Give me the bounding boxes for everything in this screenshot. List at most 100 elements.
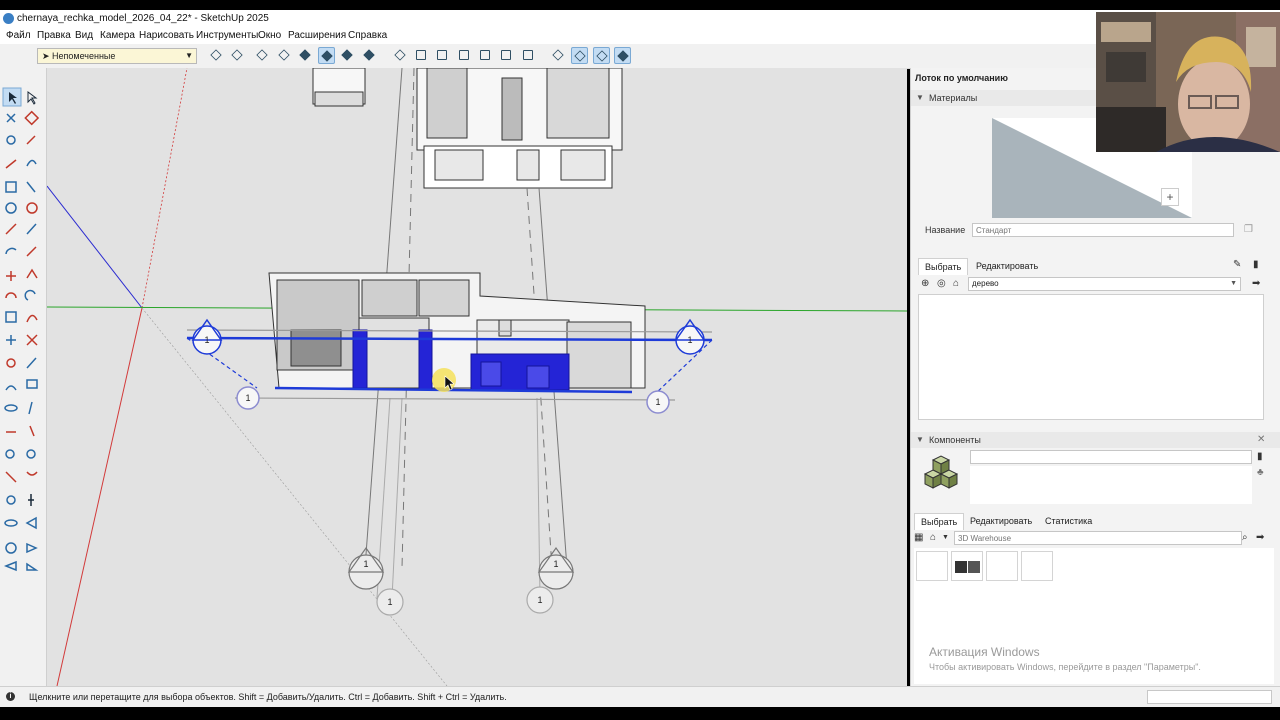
menu-file[interactable]: Файл [6,30,31,41]
menu-view[interactable]: Вид [75,30,93,41]
top-view-button[interactable] [229,47,246,64]
cube-icon [341,49,353,61]
right-icon [459,50,469,60]
status-bar: i Щелкните или перетащите для выбора объ… [0,686,1280,707]
components-header[interactable]: ▼ Компоненты [911,432,1280,448]
sample-component-icon[interactable]: ▮ [1257,452,1263,462]
house-icon [394,49,406,61]
close-icon[interactable]: ✕ [1257,435,1265,445]
webcam-overlay [1096,12,1280,152]
add-icon[interactable]: ⊕ [921,279,929,289]
display-section-cuts-button[interactable] [593,47,610,64]
chevron-down-icon: ▼ [916,435,924,444]
section-display-icon [574,50,586,62]
components-tab-edit[interactable]: Редактировать [964,513,1038,529]
section-plane-button[interactable] [550,47,567,64]
copy-icon[interactable]: ❐ [1244,225,1253,235]
view-options-icon[interactable]: ▦ [914,533,923,543]
component-description [970,466,1252,504]
right-camera-button[interactable] [456,47,473,64]
model-viewport[interactable]: 1 1 1 1 1 1 1 1 [47,68,907,686]
activation-title: Активация Windows [929,645,1040,659]
details-arrow-icon[interactable]: ➡ [1256,533,1264,543]
hidden-line-style-button[interactable] [318,47,335,64]
cube-icon [321,50,333,62]
section-marker-label: 1 [537,595,542,605]
component-thumbnail[interactable] [951,551,983,581]
component-thumbnail[interactable] [986,551,1018,581]
pointer-icon: ➤ [42,51,50,61]
display-section-fill-button[interactable] [614,47,631,64]
section-marker-label: 1 [204,335,209,345]
tool-palette [0,68,47,686]
shaded-style-button[interactable] [339,47,356,64]
menu-draw[interactable]: Нарисовать [139,30,194,41]
material-name-label: Название [925,225,966,235]
shaded-textures-style-button[interactable] [361,47,378,64]
section-marker-label: 1 [363,559,368,569]
tag-selector[interactable]: ➤ Непомеченные ▼ [37,48,197,64]
section-marker-label: 1 [687,335,692,345]
menu-help[interactable]: Справка [348,30,387,41]
home-icon[interactable]: ⌂ [930,533,936,543]
iso-view-button[interactable] [208,47,225,64]
model-canvas: 1 1 1 1 1 1 1 1 [47,68,907,686]
eyedropper-icon[interactable]: ✎ [1233,260,1241,270]
iso-camera-button[interactable] [392,47,409,64]
materials-tab-edit[interactable]: Редактировать [970,258,1044,274]
component-thumbnail[interactable] [1021,551,1053,581]
components-tab-statistics[interactable]: Статистика [1039,513,1098,529]
cube-icon [278,49,290,61]
components-browser[interactable]: Активация Windows Чтобы активировать Win… [914,548,1274,684]
top-camera-button[interactable] [413,47,430,64]
bottom-icon [523,50,533,60]
bottom-camera-button[interactable] [520,47,537,64]
components-header-label: Компоненты [929,435,981,445]
component-search-input[interactable] [954,531,1242,545]
sample-paint-icon[interactable]: ▮ [1253,260,1259,270]
cube-icon [256,49,268,61]
tool-icons [2,87,40,572]
chevron-down-icon[interactable]: ▼ [942,533,949,543]
back-edges-style-button[interactable] [276,47,293,64]
details-arrow-icon[interactable]: ➡ [1252,279,1260,289]
front-camera-button[interactable] [434,47,451,64]
menu-extensions[interactable]: Расширения [288,30,346,41]
create-material-button[interactable]: + [1161,188,1179,206]
material-library-select[interactable]: дерево ▼ [968,277,1241,291]
materials-tab-select[interactable]: Выбрать [918,258,969,275]
activation-text: Чтобы активировать Windows, перейдите в … [929,662,1201,672]
cube-icon [299,49,311,61]
section-marker-label: 1 [553,559,558,569]
left-camera-button[interactable] [498,47,515,64]
material-name-field[interactable] [972,223,1234,237]
components-tab-select[interactable]: Выбрать [914,513,965,530]
menu-bar: Файл Правка Вид Камера Нарисовать Инстру… [0,28,1280,44]
home-icon[interactable]: ⌂ [953,279,959,289]
display-section-planes-button[interactable] [571,47,588,64]
chevron-down-icon: ▼ [185,51,193,60]
component-thumbnail[interactable] [916,551,948,581]
section-marker-label: 1 [245,393,250,403]
menu-camera[interactable]: Камера [100,30,135,41]
search-icon[interactable]: ⌕ [1242,533,1248,543]
wireframe-style-button[interactable] [297,47,314,64]
xray-style-button[interactable] [254,47,271,64]
components-cubes-icon [923,455,959,489]
back-camera-button[interactable] [477,47,494,64]
main-toolbar: ➤ Непомеченные ▼ [0,44,1280,69]
materials-list[interactable] [918,294,1264,420]
materials-header-label: Материалы [929,93,978,103]
left-icon [501,50,511,60]
in-model-icon[interactable]: ◎ [937,279,946,289]
menu-edit[interactable]: Правка [37,30,71,41]
model-icon[interactable]: ♣ [1257,468,1264,478]
menu-window[interactable]: Окно [258,30,281,41]
presenter-video [1096,12,1280,152]
measurements-box[interactable] [1147,690,1272,704]
component-preview [914,450,968,504]
lasso-icon [27,91,38,105]
menu-tools[interactable]: Инструменты [196,30,258,41]
component-name-field[interactable] [970,450,1252,464]
info-icon[interactable]: i [6,692,15,701]
